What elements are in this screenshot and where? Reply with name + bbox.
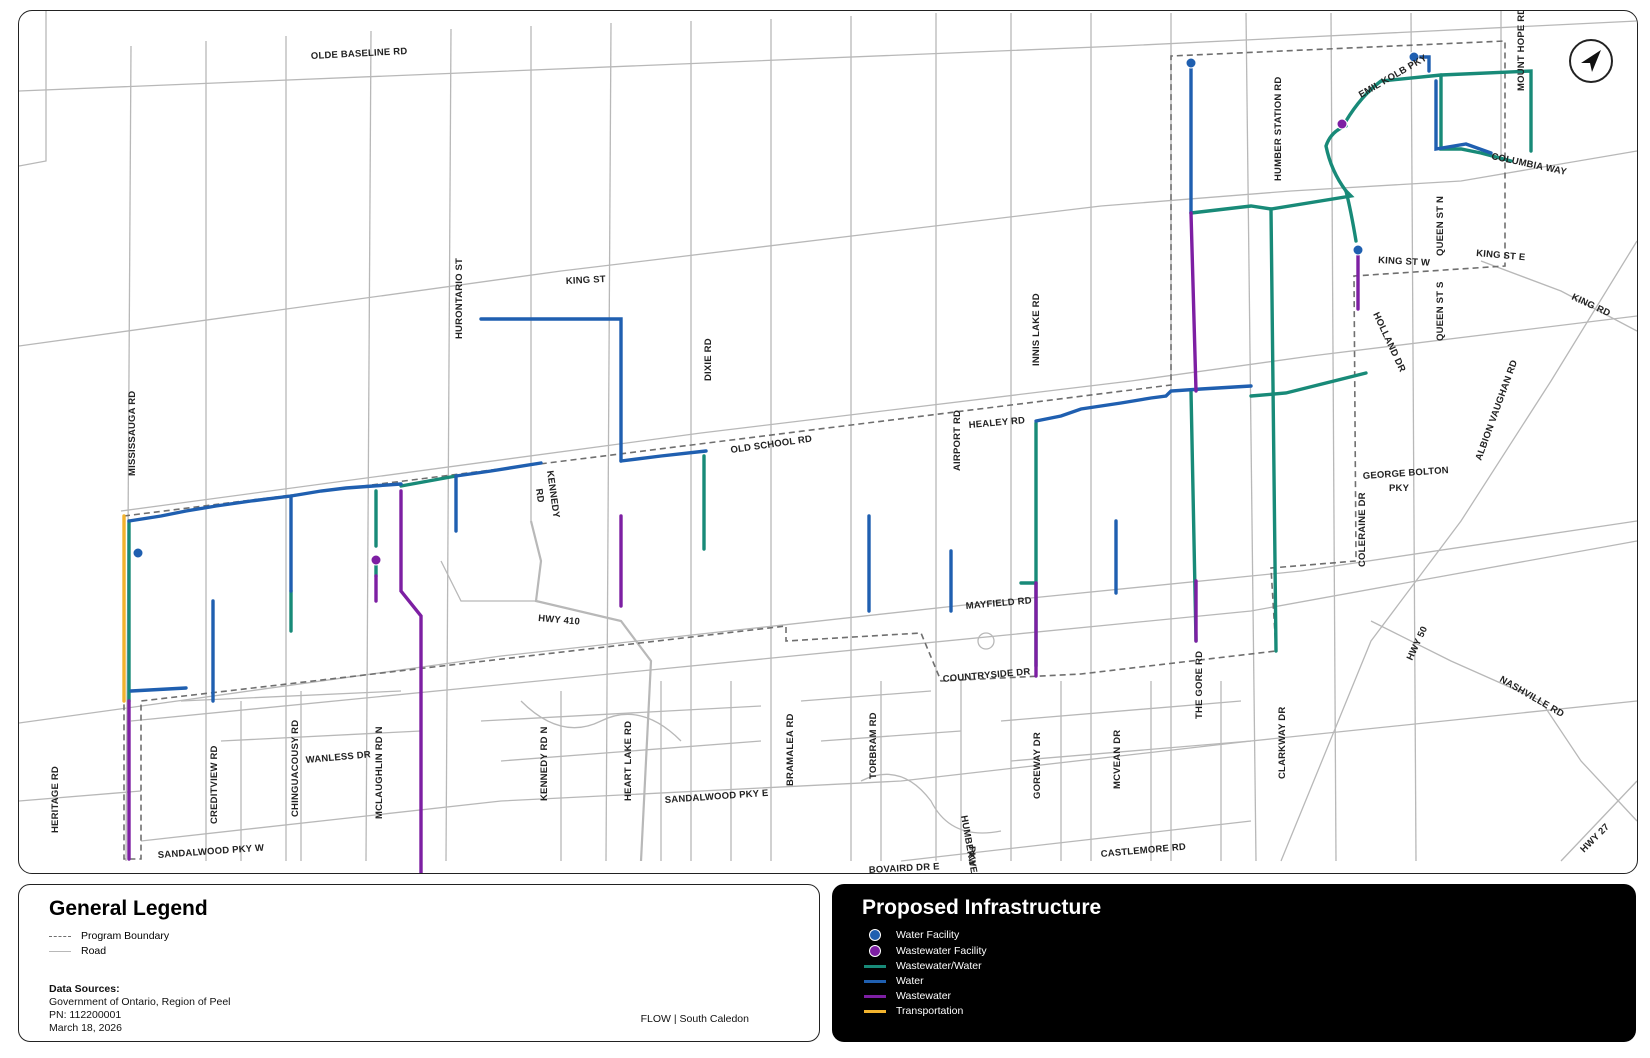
legend-item-program-boundary: Program Boundary (49, 930, 169, 942)
sources-heading: Data Sources: (49, 983, 120, 995)
wastewater-facility-icon (869, 945, 881, 957)
road-label-george-bolton: GEORGE BOLTON (1362, 465, 1449, 482)
wastewater-water-lines[interactable] (127, 69, 1533, 703)
general-legend-title: General Legend (49, 897, 208, 920)
transportation-swatch (864, 1009, 886, 1013)
legend-label: Water Facility (896, 929, 960, 941)
road-label-george-bolton-2: PKY (1389, 483, 1410, 494)
project-tag: FLOW | South Caledon (640, 1013, 749, 1025)
road-label-kennedy-1: KENNEDY (544, 470, 562, 519)
legend-item-wastewater-water: Wastewater/Water (864, 960, 982, 972)
road-label-olde-baseline: OLDE BASELINE RD (311, 46, 408, 62)
road-label-goreway: GOREWAY DR (1032, 732, 1043, 799)
road-label-hwy50: HWY 50 (1405, 625, 1430, 663)
water-facility-icon (869, 929, 881, 941)
road-label-heart-lake: HEART LAKE RD (623, 721, 634, 801)
water-facility-marker[interactable] (1185, 57, 1197, 69)
road-label-holland: HOLLAND DR (1370, 311, 1407, 374)
road-label-heritage: HERITAGE RD (50, 766, 61, 833)
road-label-queen-st-n: QUEEN ST N (1435, 196, 1446, 256)
road-label-nashville: NASHVILLE RD (1498, 674, 1566, 720)
water-swatch (864, 979, 886, 983)
road-label-sandalwood-e: SANDALWOOD PKY E (664, 788, 768, 806)
road-label-chinguacousy: CHINGUACOUSY RD (290, 720, 301, 817)
legend-item-water-facility: Water Facility (864, 929, 959, 941)
road-label-innis-lake: INNIS LAKE RD (1031, 293, 1042, 366)
road-label-creditview: CREDITVIEW RD (209, 745, 220, 824)
map-canvas[interactable]: OLDE BASELINE RD KING ST MISSISSAUGA RD … (19, 11, 1637, 873)
road-label-king-st-e: KING ST E (1476, 248, 1526, 263)
road-label-dixie: DIXIE RD (703, 338, 714, 381)
north-arrow-icon (1569, 39, 1613, 83)
road-label-hwy410: HWY 410 (538, 613, 581, 628)
road-label-mayfield: MAYFIELD RD (965, 595, 1032, 612)
road-label-castlemore: CASTLEMORE RD (1100, 842, 1186, 860)
road-swatch (49, 950, 71, 952)
road-label-airport: AIRPORT RD (952, 410, 963, 471)
legend-item-wastewater: Wastewater (864, 990, 951, 1002)
legend-label: Wastewater Facility (896, 945, 987, 957)
legend-label: Wastewater/Water (896, 960, 982, 972)
infrastructure-legend-panel: Proposed Infrastructure Water Facility W… (832, 884, 1636, 1042)
road-label-bovaird: BOVAIRD DR E (869, 861, 940, 873)
road-label-bramalea: BRAMALEA RD (785, 713, 796, 786)
legend-item-road: Road (49, 945, 106, 957)
road-label-mcvean: MCVEAN DR (1112, 730, 1123, 789)
road-label-healey: HEALEY RD (968, 415, 1025, 431)
road-label-coleraine: COLERAINE DR (1357, 492, 1368, 567)
legend-item-wastewater-facility: Wastewater Facility (864, 945, 987, 957)
road-label-queen-st-s: QUEEN ST S (1435, 281, 1446, 341)
road-label-the-gore: THE GORE RD (1194, 651, 1205, 719)
general-legend-panel: General Legend Program Boundary Road Dat… (18, 884, 820, 1042)
legend-label: Wastewater (896, 990, 952, 1002)
legend-label: Water (896, 975, 924, 987)
road-label-mississauga: MISSISSAUGA RD (127, 391, 138, 476)
legend-label: Transportation (896, 1005, 964, 1017)
road-network (19, 11, 1637, 862)
road-label-king-st-w: KING ST W (1378, 255, 1430, 269)
infrastructure-legend-title: Proposed Infrastructure (862, 896, 1102, 919)
road-label-torbram: TORBRAM RD (868, 712, 879, 779)
road-label-clarkway: CLARKWAY DR (1277, 707, 1288, 779)
wastewater-lines[interactable] (127, 211, 1360, 873)
road-label-kennedy-n: KENNEDY RD N (539, 726, 550, 801)
wastewater-water-swatch (864, 964, 886, 968)
sources-text: Government of Ontario, Region of Peel (49, 996, 231, 1008)
map-frame[interactable]: OLDE BASELINE RD KING ST MISSISSAUGA RD … (18, 10, 1638, 874)
wastewater-facility-marker[interactable] (1336, 118, 1348, 130)
legend-label: Program Boundary (81, 930, 170, 942)
project-number: PN: 112200001 (49, 1009, 122, 1021)
road-label-mount-hope: MOUNT HOPE RD (1516, 11, 1527, 91)
road-label-king-st: KING ST (566, 274, 606, 287)
program-boundary-swatch (49, 935, 71, 937)
water-facility-marker[interactable] (1352, 244, 1364, 256)
road-label-kennedy-2: RD (533, 488, 546, 504)
road-label-wanless: WANLESS DR (305, 749, 371, 766)
road-label-countryside: COUNTRYSIDE DR (942, 666, 1031, 685)
water-facility-marker[interactable] (132, 547, 144, 559)
road-label-sandalwood-w: SANDALWOOD PKY W (157, 843, 264, 861)
road-label-humberwest-2: PKY (966, 846, 977, 867)
legend-item-water: Water (864, 975, 924, 987)
road-label-albion-vaughan: ALBION VAUGHAN RD (1473, 359, 1520, 463)
wastewater-swatch (864, 994, 886, 998)
road-label-hurontario: HURONTARIO ST (454, 258, 465, 339)
map-date: March 18, 2026 (49, 1022, 122, 1034)
legend-item-transportation: Transportation (864, 1005, 963, 1017)
wastewater-facility-marker[interactable] (370, 554, 382, 566)
data-sources: Data Sources: Government of Ontario, Reg… (49, 983, 231, 1035)
road-label-humber-station: HUMBER STATION RD (1273, 77, 1284, 181)
road-label-mclaughlin: MCLAUGHLIN RD N (374, 726, 385, 819)
legend-label: Road (81, 945, 107, 957)
